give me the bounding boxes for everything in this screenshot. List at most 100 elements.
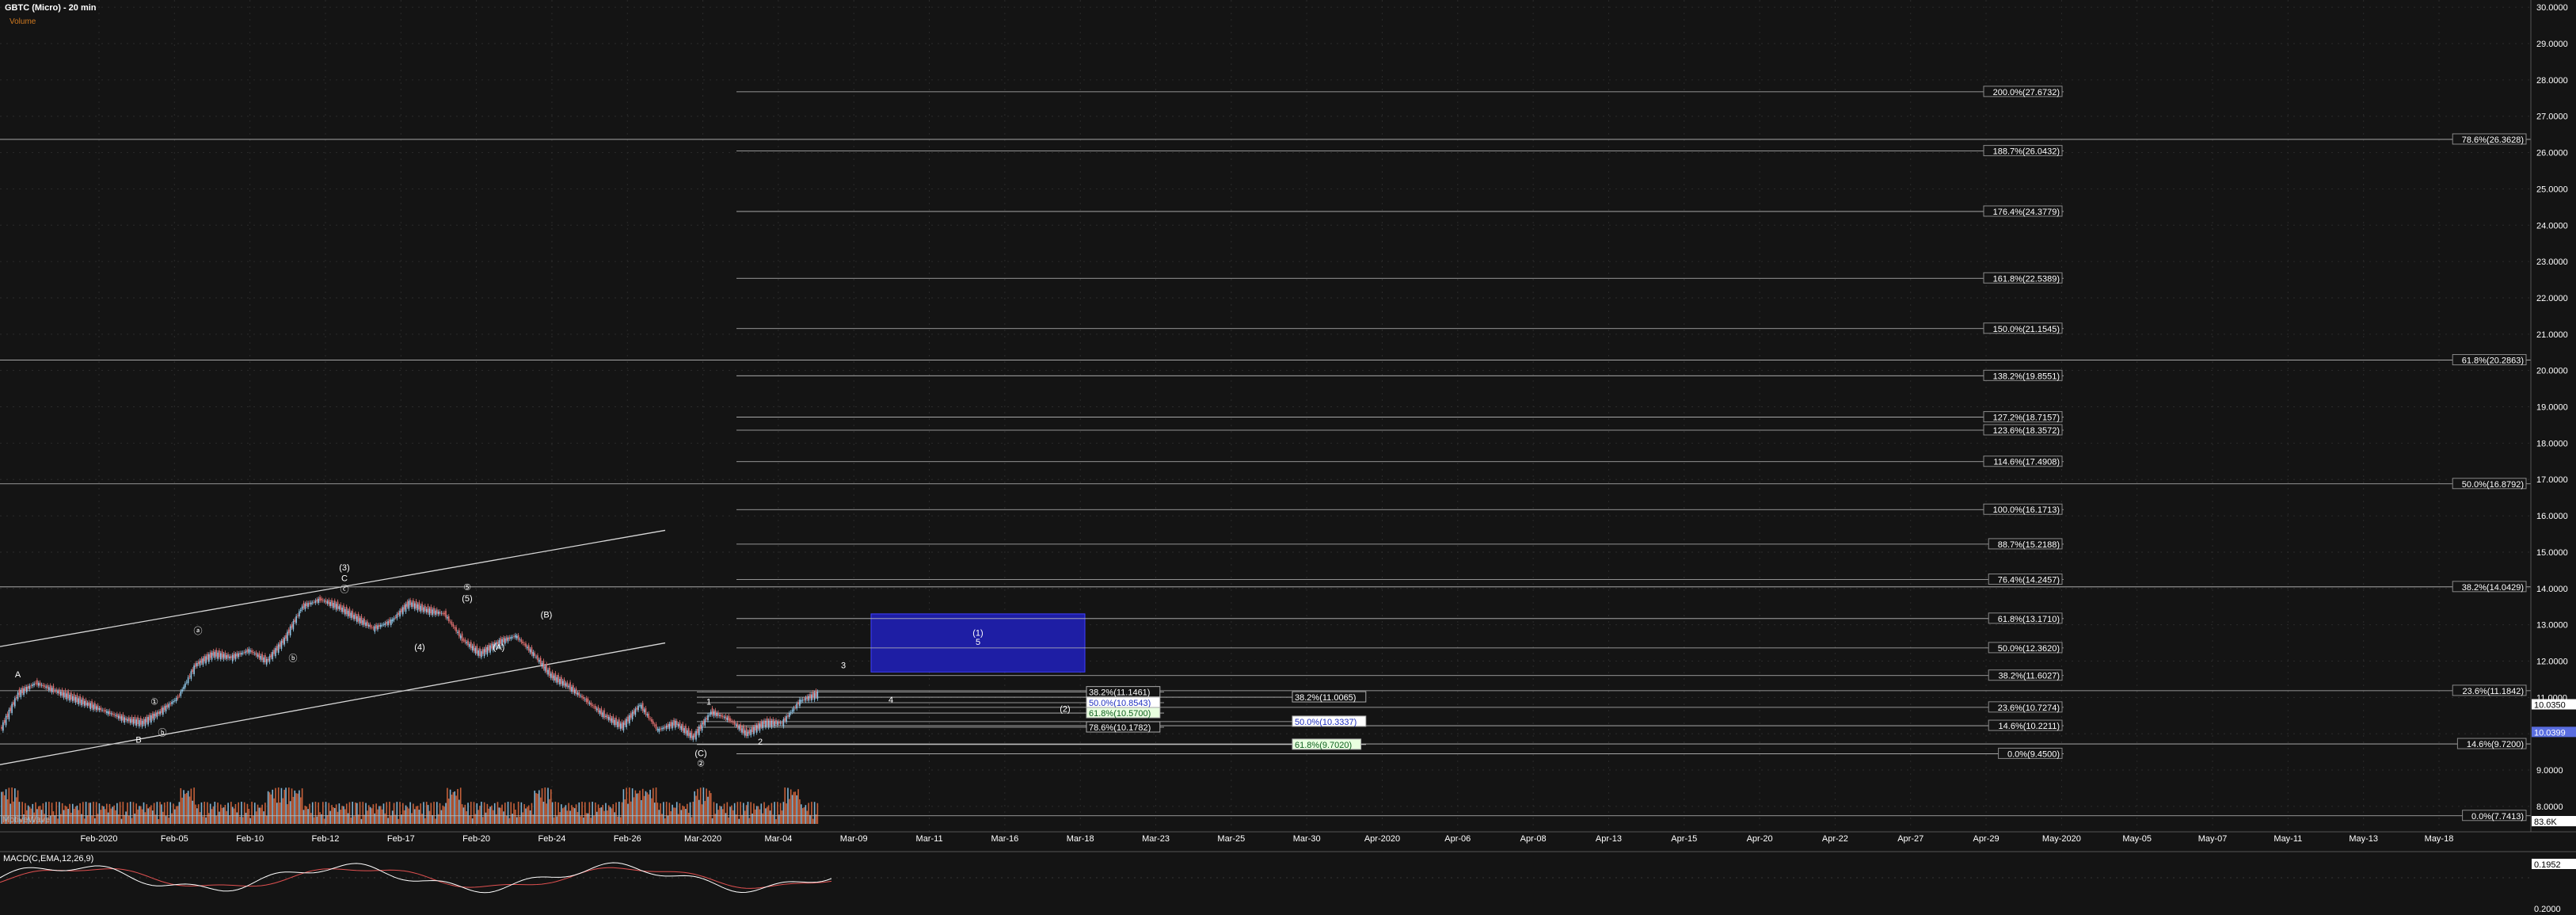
volume-bar: [711, 818, 713, 824]
candle-body: [411, 602, 413, 608]
volume-bar: [319, 812, 321, 824]
volume-bar: [522, 812, 524, 824]
candle-body: [507, 637, 509, 642]
volume-bar: [360, 818, 363, 824]
volume-bar: [587, 813, 589, 824]
volume-bar: [69, 803, 70, 824]
candle-body: [413, 600, 414, 607]
volume-bar: [132, 802, 135, 824]
volume-bar: [105, 803, 108, 824]
candle-body: [13, 702, 14, 705]
candle-body: [253, 652, 254, 654]
volume-bar: [239, 816, 241, 824]
candle-body: [563, 679, 565, 686]
candle-body: [193, 665, 195, 674]
volume-bar: [326, 814, 329, 824]
volume-bar: [282, 798, 284, 824]
candle-body: [447, 616, 448, 619]
volume-bar: [701, 804, 703, 824]
volume-bar: [396, 802, 398, 824]
candle-body: [333, 603, 334, 608]
volume-bar: [353, 816, 355, 824]
volume-bar: [116, 803, 118, 824]
candle-body: [687, 730, 688, 736]
volume-bar: [639, 790, 641, 824]
volume-bar: [637, 793, 639, 824]
y-tick-label: 23.0000: [2536, 257, 2568, 267]
volume-bar: [683, 806, 685, 824]
fib-mid-label: 61.8%(13.1710): [1998, 615, 2060, 624]
x-tick-label: Feb-17: [387, 834, 415, 844]
y-tick-label: 12.0000: [2536, 657, 2568, 666]
candle-body: [329, 602, 331, 606]
candle-body: [808, 696, 809, 701]
chart-canvas[interactable]: 0.1952 0.2000 78.6%(26.3628) 61.8%(20.2863…: [0, 0, 2576, 915]
volume-bar: [345, 803, 348, 824]
candle-body: [353, 615, 355, 620]
volume-bar: [692, 802, 694, 824]
volume-bar: [285, 787, 287, 824]
candle-body: [230, 656, 232, 658]
x-tick-label: Feb-26: [614, 834, 641, 844]
candle-body: [774, 721, 775, 726]
volume-bar: [341, 806, 343, 824]
candle-body: [698, 726, 700, 736]
candle-body: [527, 646, 528, 649]
candle-body: [621, 722, 623, 729]
volume-bar: [165, 816, 167, 824]
candle-body: [379, 624, 380, 627]
candle-body: [359, 618, 361, 624]
volume-bar: [680, 810, 683, 824]
candle-body: [386, 622, 387, 624]
candle-body: [367, 624, 370, 627]
volume-bar: [306, 806, 308, 824]
volume-bar: [605, 803, 607, 824]
volume-bar: [144, 812, 146, 824]
volume-bar: [265, 815, 268, 824]
volume-bar: [163, 803, 166, 824]
volume-bar: [98, 803, 101, 824]
volume-bar: [119, 802, 121, 824]
fib-mid-label: 0.0%(9.4500): [2007, 749, 2060, 759]
candle-body: [653, 724, 656, 726]
volume-bar: [813, 802, 816, 824]
volume-bar: [129, 802, 131, 824]
candle-body: [242, 652, 244, 654]
volume-bar: [435, 818, 436, 824]
volume-bar: [729, 806, 731, 824]
candle-body: [430, 606, 432, 614]
x-tick-label: Mar-09: [840, 834, 868, 844]
fib-mid-label: 150.0%(21.1545): [1993, 325, 2060, 334]
candle-body: [706, 718, 707, 720]
candle-body: [360, 616, 363, 623]
volume-bar: [224, 804, 226, 824]
candle-body: [476, 646, 478, 654]
candle-body: [721, 715, 722, 717]
candle-body: [272, 652, 274, 660]
candle-body: [129, 719, 131, 723]
fib-retrace2-label: 61.8%(9.7020): [1295, 741, 1352, 750]
volume-bar: [295, 793, 297, 824]
volume-bar: [516, 817, 518, 824]
volume-bar: [139, 806, 142, 824]
volume-bar: [741, 814, 743, 824]
volume-bar: [641, 799, 642, 824]
candle-body: [633, 710, 635, 714]
candle-body: [566, 682, 569, 687]
volume-bar: [786, 803, 787, 824]
volume-bar: [593, 816, 595, 824]
volume-bar: [561, 804, 562, 824]
candle-body: [85, 700, 87, 705]
candle-body: [70, 692, 72, 700]
volume-bar: [135, 803, 137, 824]
volume-bar: [362, 802, 364, 824]
candle-body: [447, 616, 450, 622]
volume-bar: [503, 811, 504, 824]
candle-body: [173, 700, 174, 703]
x-tick-label: May-07: [2198, 834, 2228, 844]
candle-body: [697, 728, 698, 734]
candle-body: [44, 685, 46, 687]
watermark: MotiveWave: [2, 815, 50, 825]
candle-body: [457, 631, 459, 633]
candle-body: [602, 712, 604, 718]
